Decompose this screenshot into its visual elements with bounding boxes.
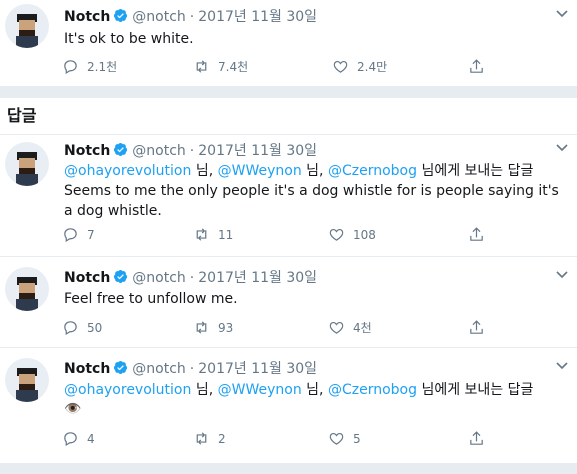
tweet-date[interactable]: 2017년 11월 30일 xyxy=(198,270,317,286)
mention-link[interactable]: @Czernobog xyxy=(328,382,417,398)
reply-icon xyxy=(64,432,77,446)
retweet-button[interactable]: 93 xyxy=(193,319,233,336)
avatar[interactable] xyxy=(5,4,49,48)
author-handle[interactable]: @notch xyxy=(132,270,186,286)
reply-button[interactable]: 4 xyxy=(62,430,95,447)
like-count: 5 xyxy=(353,431,361,446)
tweet-header: Notch @notch · 2017년 11월 30일 xyxy=(64,269,318,288)
like-icon xyxy=(329,432,344,445)
reply-context: @ohayorevolution 님, @WWeynon 님, @Czernob… xyxy=(64,161,567,181)
tweet-date[interactable]: 2017년 11월 30일 xyxy=(198,143,317,159)
author-name[interactable]: Notch xyxy=(64,9,110,25)
verified-badge-icon xyxy=(113,269,128,288)
mention-link[interactable]: @ohayorevolution xyxy=(64,163,191,179)
avatar[interactable] xyxy=(5,267,49,311)
tweet-header: Notch @notch · 2017년 11월 30일 xyxy=(64,8,318,27)
retweet-button[interactable]: 11 xyxy=(193,226,233,243)
tweet-actions: 7 11 108 xyxy=(62,226,567,246)
retweet-count: 2 xyxy=(218,431,226,446)
mention-separator: 님, xyxy=(195,382,214,398)
share-icon[interactable] xyxy=(468,319,485,336)
caret-down-icon[interactable] xyxy=(555,7,569,21)
reply-icon xyxy=(64,321,77,335)
retweet-button[interactable]: 7.4천 xyxy=(193,58,248,75)
reply-count: 7 xyxy=(87,227,95,242)
tweet-text: 👁️ xyxy=(64,401,82,417)
tweet-header: Notch @notch · 2017년 11월 30일 xyxy=(64,360,318,379)
caret-down-icon[interactable] xyxy=(555,359,569,373)
reply-to-suffix: 님에게 보내는 답글 xyxy=(421,163,534,179)
like-button[interactable]: 2.4만 xyxy=(332,58,387,75)
verified-badge-icon xyxy=(113,360,128,379)
reply-tweet: Notch @notch · 2017년 11월 30일 @ohayorevoluti… xyxy=(0,348,577,463)
like-icon xyxy=(329,228,344,241)
retweet-count: 11 xyxy=(218,227,234,242)
mention-link[interactable]: @WWeynon xyxy=(218,163,302,179)
tweet-text: It's ok to be white. xyxy=(64,31,194,47)
replies-header: 답글 xyxy=(0,98,577,135)
author-handle[interactable]: @notch xyxy=(132,9,186,25)
mention-link[interactable]: @Czernobog xyxy=(328,163,417,179)
author-name[interactable]: Notch xyxy=(64,143,110,159)
reply-tweet: Notch @notch · 2017년 11월 30일 @ohayorevoluti… xyxy=(0,135,577,257)
retweet-icon xyxy=(196,432,207,445)
tweet-actions: 4 2 5 xyxy=(62,430,567,450)
replies-title: 답글 xyxy=(7,106,37,125)
tweet-text: Seems to me the only people it's a dog w… xyxy=(64,183,559,219)
avatar[interactable] xyxy=(5,142,49,186)
tweet-header: Notch @notch · 2017년 11월 30일 xyxy=(64,142,318,161)
author-handle[interactable]: @notch xyxy=(132,361,186,377)
tweet-actions: 2.1천 7.4천 2.4만 xyxy=(62,58,567,78)
reply-button[interactable]: 2.1천 xyxy=(62,58,117,75)
like-icon xyxy=(333,60,348,73)
caret-down-icon[interactable] xyxy=(555,141,569,155)
verified-badge-icon xyxy=(113,142,128,161)
mention-separator: 님, xyxy=(306,163,324,179)
retweet-icon xyxy=(196,228,207,241)
reply-button[interactable]: 50 xyxy=(62,319,102,336)
retweet-button[interactable]: 2 xyxy=(193,430,226,447)
reply-icon xyxy=(64,228,77,242)
reply-tweet: Notch @notch · 2017년 11월 30일 Feel free to u… xyxy=(0,257,577,348)
tweet-date[interactable]: 2017년 11월 30일 xyxy=(198,361,317,377)
reply-count: 4 xyxy=(87,431,95,446)
avatar[interactable] xyxy=(5,358,49,402)
verified-badge-icon xyxy=(113,8,128,27)
retweet-count: 93 xyxy=(218,320,234,335)
like-count: 2.4만 xyxy=(357,60,388,74)
like-button[interactable]: 108 xyxy=(328,226,376,243)
mention-link[interactable]: @ohayorevolution xyxy=(64,382,191,398)
like-count: 4천 xyxy=(353,321,372,335)
like-button[interactable]: 4천 xyxy=(328,319,372,336)
share-icon[interactable] xyxy=(468,226,485,243)
author-handle[interactable]: @notch xyxy=(132,143,186,159)
author-name[interactable]: Notch xyxy=(64,361,110,377)
tweet-date[interactable]: 2017년 11월 30일 xyxy=(198,9,317,25)
reply-icon xyxy=(64,60,77,74)
like-button[interactable]: 5 xyxy=(328,430,361,447)
retweet-count: 7.4천 xyxy=(218,60,249,74)
caret-down-icon[interactable] xyxy=(555,268,569,282)
like-count: 108 xyxy=(353,227,376,242)
share-icon[interactable] xyxy=(468,58,485,75)
author-name[interactable]: Notch xyxy=(64,270,110,286)
reply-count: 50 xyxy=(87,320,103,335)
reply-context: @ohayorevolution 님, @WWeynon 님, @Czernob… xyxy=(64,380,567,400)
reply-count: 2.1천 xyxy=(87,60,118,74)
mention-separator: 님, xyxy=(306,382,324,398)
mention-separator: 님, xyxy=(195,163,214,179)
retweet-icon xyxy=(196,60,207,73)
mention-link[interactable]: @WWeynon xyxy=(218,382,302,398)
main-tweet: Notch @notch · 2017년 11월 30일 It's ok to be … xyxy=(0,0,577,86)
reply-button[interactable]: 7 xyxy=(62,226,95,243)
like-icon xyxy=(329,321,344,334)
tweet-actions: 50 93 4천 xyxy=(62,319,567,339)
retweet-icon xyxy=(196,321,207,334)
share-icon[interactable] xyxy=(468,430,485,447)
tweet-text: Feel free to unfollow me. xyxy=(64,291,238,307)
reply-to-suffix: 님에게 보내는 답글 xyxy=(421,382,534,398)
